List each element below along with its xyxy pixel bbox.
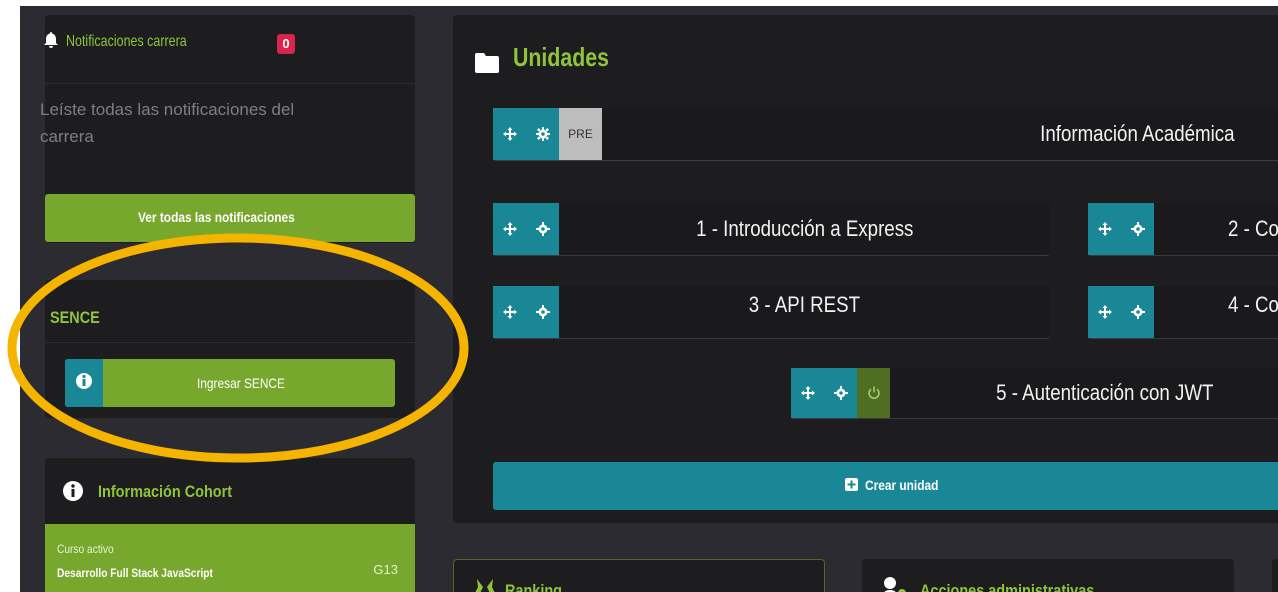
gear-icon[interactable]: [526, 203, 559, 255]
move-icon[interactable]: [493, 286, 526, 338]
sence-title: SENCE: [50, 308, 109, 328]
admin-actions-title: Acciones administrativas: [920, 581, 1125, 592]
unit-label: 4 - Con: [1228, 286, 1278, 338]
gear-icon[interactable]: [526, 286, 559, 338]
unit-label: Información Académica: [952, 108, 1278, 160]
gear-icon[interactable]: [526, 108, 559, 160]
move-icon[interactable]: [791, 368, 824, 418]
power-icon[interactable]: [857, 368, 890, 418]
view-all-notifications-label: Ver todas las notificaciones: [137, 209, 295, 225]
active-course-name: Desarrollo Full Stack JavaScript: [57, 566, 240, 580]
unit-row-3[interactable]: 3 - API REST: [493, 286, 1050, 338]
move-icon[interactable]: [1088, 286, 1121, 338]
cohort-code: G13: [373, 562, 398, 577]
unit-label-text: 5 - Autenticación con JWT: [995, 380, 1214, 405]
unit-label-text: Información Académica: [1039, 121, 1235, 146]
unit-label-text: 3 - API REST: [748, 292, 861, 317]
active-course-label-text: Curso activo: [57, 542, 114, 556]
view-all-notifications-button[interactable]: Ver todas las notificaciones: [45, 194, 415, 242]
ranking-title-text: Ranking: [505, 581, 563, 592]
unit-row-4[interactable]: 4 - Con: [1088, 286, 1278, 338]
unit-label-text: 4 - Con: [1228, 292, 1278, 317]
gear-icon[interactable]: [1121, 286, 1154, 338]
unit-controls: [791, 368, 890, 418]
active-course-label: Curso activo: [57, 542, 124, 556]
unidades-title: Unidades: [513, 42, 630, 73]
unit-label: 2 - Con: [1228, 203, 1278, 255]
ingresar-sence-label: Ingresar SENCE: [103, 359, 395, 407]
unit-label: 5 - Autenticación con JWT: [891, 368, 1278, 418]
ranking-title: Ranking: [505, 581, 572, 592]
info-icon: [63, 481, 83, 501]
unit-controls: PRE: [493, 108, 602, 160]
trophy-icon: [475, 579, 495, 592]
unit-row-info-academica[interactable]: PRE Información Académica: [493, 108, 1278, 160]
notifications-title-text: Notificaciones carrera: [66, 33, 187, 50]
bell-icon: [44, 32, 58, 48]
gear-icon[interactable]: [1121, 203, 1154, 255]
admin-actions-title-text: Acciones administrativas: [920, 581, 1095, 592]
unit-row-2[interactable]: 2 - Con: [1088, 203, 1278, 255]
active-course-name-text: Desarrollo Full Stack JavaScript: [57, 566, 213, 580]
ingresar-sence-button[interactable]: Ingresar SENCE: [65, 359, 395, 407]
cohort-title-text: Información Cohort: [98, 482, 233, 501]
move-icon[interactable]: [1088, 203, 1121, 255]
unidades-card: Unidades PRE Información Académica 1 - I…: [453, 15, 1278, 523]
info-icon: [65, 359, 103, 407]
create-unit-button[interactable]: Crear unidad: [493, 462, 1278, 510]
extra-card: [1272, 559, 1278, 592]
unit-label: 1 - Introducción a Express: [559, 203, 1050, 255]
sence-title-text: SENCE: [50, 308, 100, 327]
plus-square-icon: [844, 478, 858, 491]
active-course-panel: Curso activo Desarrollo Full Stack JavaS…: [45, 524, 415, 592]
app-viewport: Notificaciones carrera 0 Leíste todas la…: [20, 6, 1278, 592]
notifications-message: Leíste todas las notificaciones del carr…: [40, 100, 295, 146]
move-icon[interactable]: [493, 108, 526, 160]
ingresar-sence-text: Ingresar SENCE: [197, 375, 286, 391]
unit-row-1[interactable]: 1 - Introducción a Express: [493, 203, 1050, 255]
unit-controls: [1088, 203, 1154, 255]
unit-row-5-active[interactable]: 5 - Autenticación con JWT: [791, 368, 1278, 418]
divider: [45, 342, 415, 343]
unit-label-text: 2 - Con: [1228, 216, 1278, 241]
create-unit-label: Crear unidad: [864, 477, 939, 493]
unit-controls: [1088, 286, 1154, 338]
unit-label: 3 - API REST: [559, 286, 1050, 338]
notifications-title: Notificaciones carrera: [44, 32, 221, 51]
divider: [45, 83, 415, 84]
move-icon[interactable]: [493, 203, 526, 255]
notification-count-badge: 0: [277, 34, 295, 54]
gear-icon[interactable]: [824, 368, 857, 418]
users-cog-icon: [884, 577, 906, 592]
cohort-title: Información Cohort: [98, 482, 256, 502]
unit-label-text: 1 - Introducción a Express: [695, 216, 914, 241]
prerequisite-tag: PRE: [559, 108, 602, 160]
unit-controls: [493, 286, 559, 338]
unidades-title-text: Unidades: [513, 42, 609, 72]
unit-controls: [493, 203, 559, 255]
folder-icon: [475, 53, 499, 73]
